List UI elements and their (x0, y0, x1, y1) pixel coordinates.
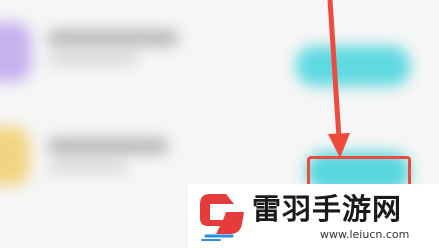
watermark: 雷羽手游网 www.leiucn.com (188, 184, 439, 248)
watermark-url: www.leiucn.com (320, 228, 410, 241)
screenshot-stage: 雷羽手游网 www.leiucn.com (0, 0, 439, 248)
leiyu-logo-icon (200, 194, 244, 241)
watermark-brand-name: 雷羽手游网 (252, 192, 403, 226)
